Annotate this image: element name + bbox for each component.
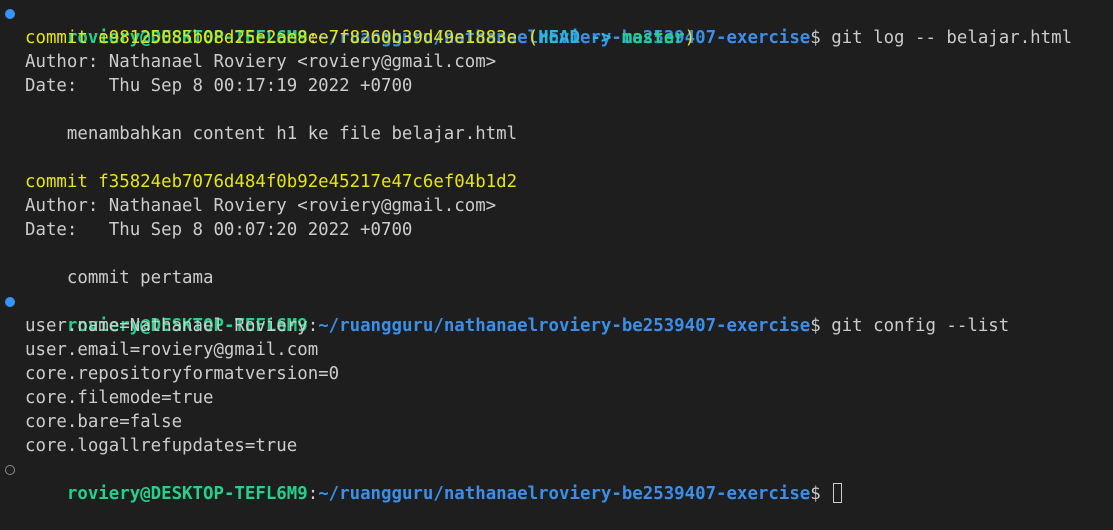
prompt-line-current[interactable]: roviery@DESKTOP-TEFL6M9:~/ruangguru/nath… [0,458,1113,504]
commit-label: commit [25,28,99,48]
commit-hash: e98125085b08d25e2ae8ee7f8260b39d49e1883e [98,28,518,48]
prompt-user-host: roviery@DESKTOP-TEFL6M9 [66,484,308,504]
config-line: user.name=Nathanael Roviery [25,316,308,336]
config-line: core.bare=false [25,412,183,432]
prompt-path: ~/ruangguru/nathanaelroviery-be2539407-e… [318,484,811,504]
author-line: Author: Nathanael Roviery <roviery@gmail… [25,196,497,216]
config-line: core.repositoryformatversion=0 [25,364,340,384]
commit-message: commit pertama [25,268,214,288]
command-success-icon[interactable] [5,9,15,19]
text-cursor[interactable] [833,483,843,503]
config-line: core.logallrefupdates=true [25,436,298,456]
ref-close: ) [684,28,696,48]
branch-ref: master [621,28,685,48]
commit-line: commit e98125085b08d25e2ae8ee7f8260b39d4… [0,26,1113,50]
date-line: Date: Thu Sep 8 00:07:20 2022 +0700 [25,220,413,240]
date-line: Date: Thu Sep 8 00:17:19 2022 +0700 [25,76,413,96]
prompt-line: roviery@DESKTOP-TEFL6M9:~/ruangguru/nath… [0,290,1113,336]
author-line: Author: Nathanael Roviery <roviery@gmail… [25,52,497,72]
commit-message: menambahkan content h1 ke file belajar.h… [25,124,518,144]
prompt-separator: : [307,484,319,504]
prompt-line: roviery@DESKTOP-TEFL6M9:~/ruangguru/nath… [0,2,1113,48]
prompt-symbol: $ [810,484,832,504]
command-pending-icon[interactable] [5,464,15,475]
config-line: core.filemode=true [25,388,214,408]
config-line: user.email=roviery@gmail.com [25,340,319,360]
ref-open: ( [517,28,539,48]
terminal-output[interactable]: roviery@DESKTOP-TEFL6M9:~/ruangguru/nath… [0,2,1113,504]
commit-label: commit [25,172,99,192]
head-ref: HEAD -> [538,28,622,48]
command-success-icon[interactable] [5,297,15,307]
commit-hash: f35824eb7076d484f0b92e45217e47c6ef04b1d2 [98,172,518,192]
commit-line: commit f35824eb7076d484f0b92e45217e47c6e… [0,170,1113,194]
